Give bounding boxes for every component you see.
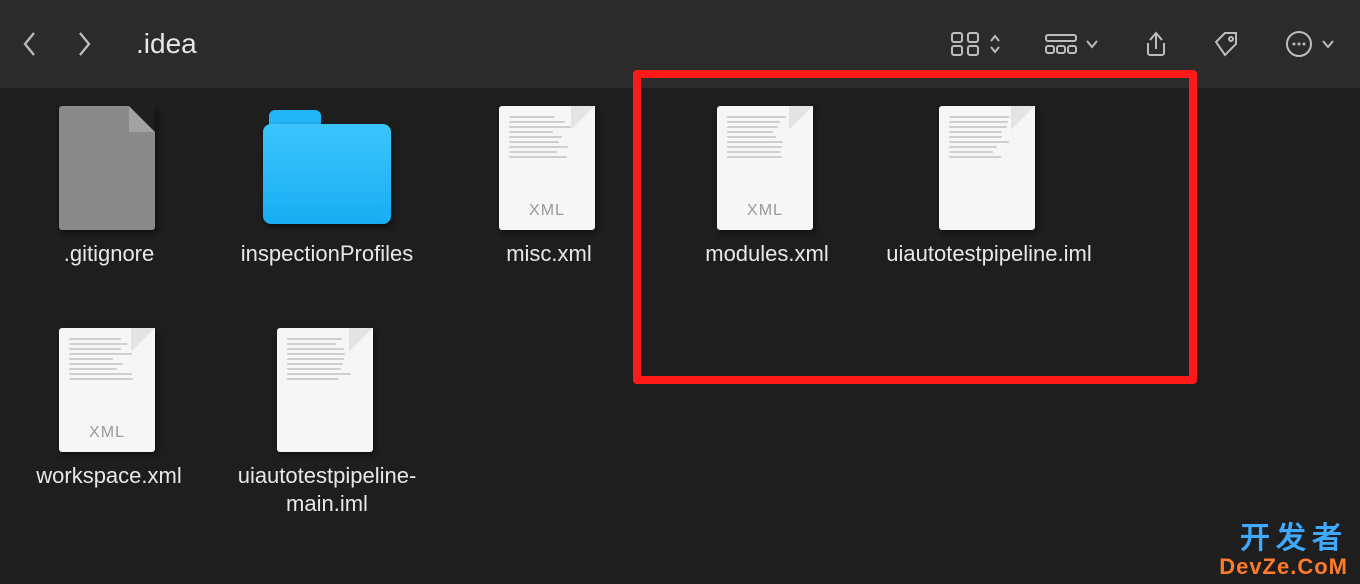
tag-icon <box>1212 29 1242 59</box>
chevron-right-icon <box>73 29 95 59</box>
file-type-badge: XML <box>59 424 155 442</box>
view-grid-button[interactable] <box>950 31 1002 57</box>
file-item[interactable]: inspectionProfiles <box>218 106 436 268</box>
document-file-icon <box>939 106 1035 230</box>
document-file-icon: XML <box>499 106 595 230</box>
folder-title: .idea <box>136 28 197 60</box>
file-label: modules.xml <box>705 240 828 268</box>
share-button[interactable] <box>1142 29 1170 59</box>
file-item[interactable]: uiautotestpipeline.iml <box>880 106 1098 268</box>
group-by-button[interactable] <box>1044 32 1100 56</box>
file-thumbnail <box>939 106 1039 230</box>
file-label: misc.xml <box>506 240 592 268</box>
columns-icon <box>1044 32 1078 56</box>
file-item[interactable]: XML workspace.xml <box>0 328 218 490</box>
more-button[interactable] <box>1284 29 1336 59</box>
folder-icon <box>263 124 391 224</box>
file-label: uiautotestpipeline.iml <box>886 240 1091 268</box>
file-thumbnail: XML <box>717 106 817 230</box>
generic-file-icon <box>59 106 155 230</box>
grid-icon <box>950 31 982 57</box>
file-label: uiautotestpipeline-main.iml <box>219 462 435 517</box>
file-thumbnail <box>277 328 377 452</box>
chevron-down-icon <box>1084 38 1100 50</box>
file-type-badge: XML <box>499 202 595 220</box>
chevron-down-icon <box>1320 38 1336 50</box>
tag-button[interactable] <box>1212 29 1242 59</box>
forward-button[interactable] <box>62 22 106 66</box>
file-item[interactable]: .gitignore <box>0 106 218 268</box>
toolbar: .idea <box>0 0 1360 88</box>
document-file-icon: XML <box>59 328 155 452</box>
document-file-icon <box>277 328 373 452</box>
file-thumbnail: XML <box>499 106 599 230</box>
file-thumbnail <box>263 106 391 230</box>
file-thumbnail: XML <box>59 328 159 452</box>
toolbar-actions <box>950 29 1336 59</box>
share-icon <box>1142 29 1170 59</box>
file-item[interactable]: uiautotestpipeline-main.iml <box>218 328 436 517</box>
file-item[interactable]: XML misc.xml <box>440 106 658 268</box>
file-label: workspace.xml <box>36 462 181 490</box>
file-thumbnail <box>59 106 159 230</box>
back-button[interactable] <box>8 22 52 66</box>
chevron-updown-icon <box>988 33 1002 55</box>
ellipsis-circle-icon <box>1284 29 1314 59</box>
nav-group <box>8 22 106 66</box>
chevron-left-icon <box>19 29 41 59</box>
file-label: .gitignore <box>64 240 155 268</box>
document-file-icon: XML <box>717 106 813 230</box>
file-label: inspectionProfiles <box>241 240 413 268</box>
file-grid: .gitignoreinspectionProfilesXMLmisc.xmlX… <box>0 88 1360 584</box>
file-type-badge: XML <box>717 202 813 220</box>
file-item[interactable]: XML modules.xml <box>658 106 876 268</box>
